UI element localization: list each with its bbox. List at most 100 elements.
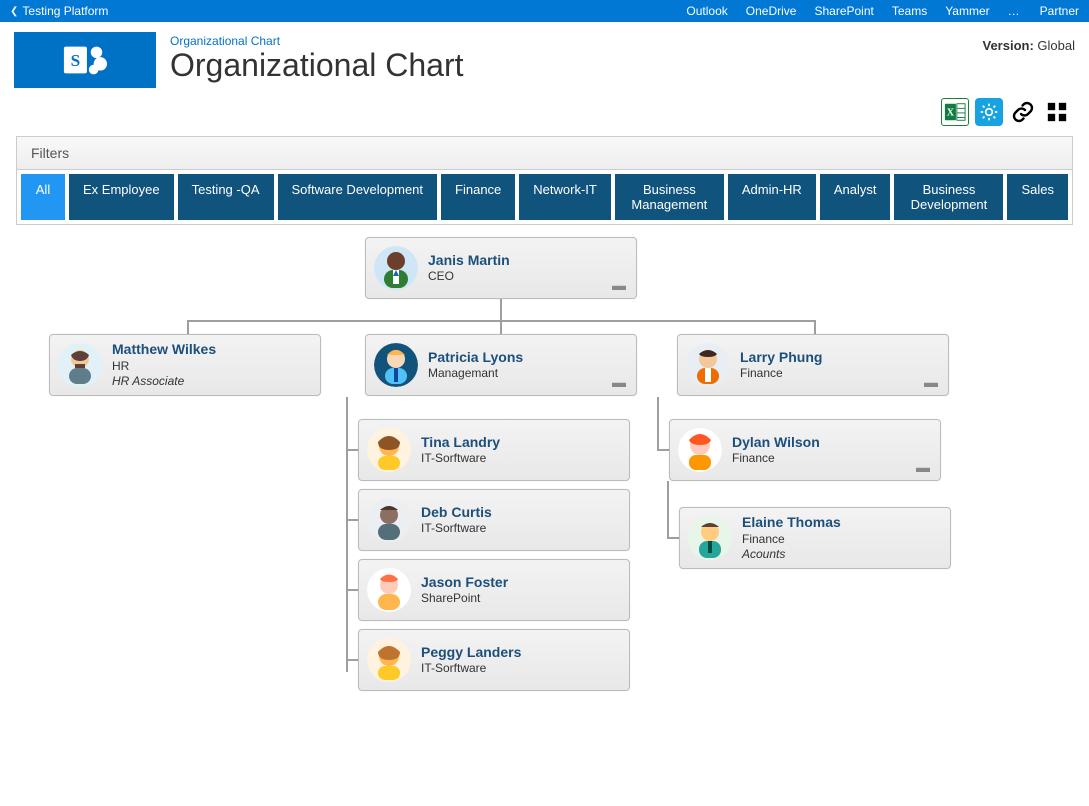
suite-link-onedrive[interactable]: OneDrive xyxy=(746,4,797,18)
org-node[interactable]: Deb Curtis IT-Sorftware xyxy=(358,489,630,551)
avatar-icon xyxy=(686,343,730,387)
filter-tab-sales[interactable]: Sales xyxy=(1007,174,1068,220)
org-node[interactable]: Patricia Lyons Managemant ▬ xyxy=(365,334,637,396)
collapse-toggle-icon[interactable]: ▬ xyxy=(612,375,626,389)
suite-link-teams[interactable]: Teams xyxy=(892,4,927,18)
export-excel-button[interactable]: X xyxy=(941,98,969,126)
suite-link-outlook[interactable]: Outlook xyxy=(686,4,727,18)
org-node[interactable]: Peggy Landers IT-Sorftware xyxy=(358,629,630,691)
org-node[interactable]: Tina Landry IT-Sorftware xyxy=(358,419,630,481)
suite-link-more-icon[interactable]: … xyxy=(1008,4,1022,18)
org-node-role: HR Associate xyxy=(112,374,312,389)
grid-view-button[interactable] xyxy=(1043,98,1071,126)
sharepoint-logo-icon: S xyxy=(62,37,108,83)
avatar-icon xyxy=(367,638,411,682)
avatar-icon xyxy=(688,516,732,560)
filter-tab-admin-hr[interactable]: Admin-HR xyxy=(728,174,816,220)
filter-tabs: All Ex Employee Testing -QA Software Dev… xyxy=(17,170,1072,224)
gear-icon xyxy=(979,102,999,122)
copy-link-button[interactable] xyxy=(1009,98,1037,126)
back-caret-icon: ❮ xyxy=(10,6,18,17)
org-node-name: Deb Curtis xyxy=(421,504,621,522)
org-node-name: Jason Foster xyxy=(421,574,621,592)
org-node[interactable]: Larry Phung Finance ▬ xyxy=(677,334,949,396)
avatar-icon xyxy=(58,343,102,387)
org-node-dept: IT-Sorftware xyxy=(421,521,621,536)
org-node[interactable]: Dylan Wilson Finance ▬ xyxy=(669,419,941,481)
excel-icon: X xyxy=(944,101,966,123)
filter-tab-ex-employee[interactable]: Ex Employee xyxy=(69,174,174,220)
org-node-dept: HR xyxy=(112,359,312,374)
connector-line xyxy=(187,320,189,334)
version-value: Global xyxy=(1037,38,1075,53)
settings-button[interactable] xyxy=(975,98,1003,126)
version-indicator: Version: Global xyxy=(983,38,1076,88)
connector-line xyxy=(667,481,669,539)
avatar-icon xyxy=(367,498,411,542)
org-node-dept: SharePoint xyxy=(421,591,621,606)
org-node-dept: Finance xyxy=(732,451,932,466)
org-node-dept: IT-Sorftware xyxy=(421,451,621,466)
org-node-name: Janis Martin xyxy=(428,252,628,270)
connector-line xyxy=(346,397,348,672)
org-node[interactable]: Elaine Thomas Finance Acounts xyxy=(679,507,951,569)
org-chart: Janis Martin CEO ▬ Matthew Wilkes HR HR … xyxy=(16,235,1073,795)
filter-tab-business-dev[interactable]: Business Development xyxy=(894,174,1003,220)
suite-bar: ❮ Testing Platform Outlook OneDrive Shar… xyxy=(0,0,1089,22)
org-node-name: Peggy Landers xyxy=(421,644,621,662)
org-node-dept: Finance xyxy=(740,366,940,381)
suite-link-sharepoint[interactable]: SharePoint xyxy=(814,4,873,18)
connector-line xyxy=(346,519,358,521)
org-node-dept: CEO xyxy=(428,269,628,284)
avatar-icon xyxy=(367,428,411,472)
filter-tab-finance[interactable]: Finance xyxy=(441,174,515,220)
org-node-name: Dylan Wilson xyxy=(732,434,932,452)
svg-text:S: S xyxy=(71,51,81,70)
link-icon xyxy=(1011,100,1035,124)
org-node[interactable]: Matthew Wilkes HR HR Associate xyxy=(49,334,321,396)
page-title: Organizational Chart xyxy=(170,48,983,83)
filter-tab-business-mgmt[interactable]: Business Management xyxy=(615,174,724,220)
avatar-icon xyxy=(678,428,722,472)
suite-link-partner[interactable]: Partner xyxy=(1040,4,1079,18)
site-name-area[interactable]: ❮ Testing Platform xyxy=(10,4,108,18)
org-node-ceo[interactable]: Janis Martin CEO ▬ xyxy=(365,237,637,299)
connector-line xyxy=(657,397,659,451)
collapse-toggle-icon[interactable]: ▬ xyxy=(916,460,930,474)
connector-line xyxy=(500,320,502,334)
avatar-icon xyxy=(374,246,418,290)
avatar-icon xyxy=(374,343,418,387)
collapse-toggle-icon[interactable]: ▬ xyxy=(612,278,626,292)
connector-line xyxy=(667,537,679,539)
org-node[interactable]: Jason Foster SharePoint xyxy=(358,559,630,621)
collapse-toggle-icon[interactable]: ▬ xyxy=(924,375,938,389)
filter-tab-network-it[interactable]: Network-IT xyxy=(519,174,611,220)
filter-tab-testing-qa[interactable]: Testing -QA xyxy=(178,174,274,220)
filter-tab-all[interactable]: All xyxy=(21,174,65,220)
suite-link-yammer[interactable]: Yammer xyxy=(945,4,989,18)
filter-tab-software-dev[interactable]: Software Development xyxy=(278,174,438,220)
org-node-name: Larry Phung xyxy=(740,349,940,367)
org-node-dept: Finance xyxy=(742,532,942,547)
connector-line xyxy=(500,298,502,320)
connector-line xyxy=(814,320,816,334)
connector-line xyxy=(657,449,669,451)
toolbar: X xyxy=(0,92,1089,132)
suite-links: Outlook OneDrive SharePoint Teams Yammer… xyxy=(686,4,1079,18)
connector-line xyxy=(346,659,358,661)
sharepoint-logo-tile[interactable]: S xyxy=(14,32,156,88)
avatar-icon xyxy=(367,568,411,612)
page-header: S Organizational Chart Organizational Ch… xyxy=(0,22,1089,92)
grid-icon xyxy=(1046,101,1068,123)
filter-tab-analyst[interactable]: Analyst xyxy=(820,174,891,220)
org-node-name: Tina Landry xyxy=(421,434,621,452)
svg-text:X: X xyxy=(947,108,955,119)
connector-line xyxy=(346,589,358,591)
org-node-name: Matthew Wilkes xyxy=(112,341,312,359)
connector-line xyxy=(346,449,358,451)
org-node-role: Acounts xyxy=(742,547,942,562)
version-label: Version: xyxy=(983,38,1034,53)
breadcrumb[interactable]: Organizational Chart xyxy=(170,34,983,48)
site-name: Testing Platform xyxy=(22,4,108,18)
filters-label: Filters xyxy=(17,137,1072,170)
